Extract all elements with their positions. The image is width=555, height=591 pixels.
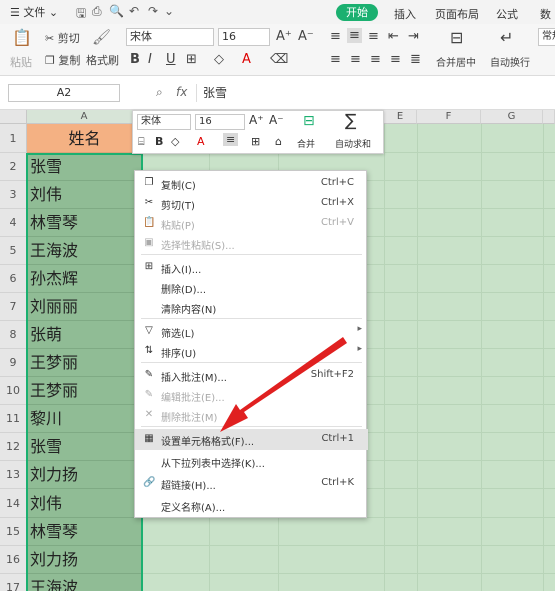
arrow-annotation [220, 337, 347, 432]
red-arrow [220, 337, 347, 432]
